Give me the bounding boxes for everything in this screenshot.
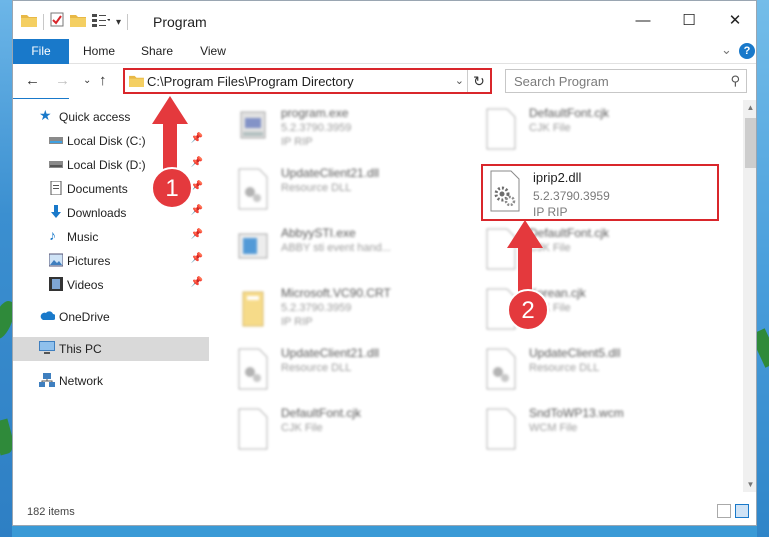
back-arrow-icon[interactable]: ← bbox=[25, 72, 40, 89]
toolbar-separator bbox=[127, 14, 129, 30]
sidebar-item-network[interactable]: Network bbox=[13, 369, 209, 393]
item-count: 182 items bbox=[27, 506, 75, 518]
sidebar-item-local-disk-c[interactable]: Local Disk (C:) 📌 bbox=[13, 129, 209, 153]
desktop-background-right bbox=[757, 0, 769, 537]
file-item[interactable]: DefaultFont.cjk CJK File bbox=[481, 104, 721, 164]
file-list: program.exe 5.2.3790.3959 IP RIP Default… bbox=[213, 100, 743, 492]
details-view-icon[interactable] bbox=[717, 504, 731, 518]
quick-access-toolbar: ▾ bbox=[21, 12, 129, 32]
exe-icon bbox=[237, 108, 271, 150]
download-icon bbox=[49, 205, 65, 221]
toolbar-separator bbox=[43, 14, 44, 30]
computer-icon bbox=[39, 341, 55, 357]
file-item[interactable]: UpdateClient21.dll Resource DLL bbox=[233, 164, 473, 224]
forward-arrow-icon[interactable]: → bbox=[55, 72, 70, 89]
sidebar-item-local-disk-d[interactable]: Local Disk (D:) 📌 bbox=[13, 153, 209, 177]
large-icons-view-icon[interactable] bbox=[735, 504, 749, 518]
file-item[interactable]: UpdateClient5.dll Resource DLL bbox=[481, 344, 721, 404]
videos-icon bbox=[49, 277, 65, 293]
annotation-step-2: 2 bbox=[521, 297, 535, 324]
documents-icon bbox=[49, 180, 65, 197]
folder-icon bbox=[129, 74, 144, 92]
properties-icon[interactable] bbox=[50, 12, 64, 32]
music-icon: ♪ bbox=[49, 227, 56, 243]
navigation-pane: ★ Quick access Local Disk (C:) 📌 Local D… bbox=[13, 100, 209, 492]
address-dropdown-icon[interactable]: ⌄ bbox=[455, 74, 464, 87]
search-icon[interactable]: ⚲ bbox=[730, 73, 740, 89]
tab-home[interactable]: Home bbox=[77, 39, 121, 63]
blank-file-icon bbox=[237, 408, 271, 450]
blank-file-icon bbox=[485, 228, 519, 270]
title-bar: ▾ Program — ☐ ✕ bbox=[13, 1, 756, 39]
folder-icon bbox=[21, 13, 37, 32]
sidebar-item-music[interactable]: ♪ Music 📌 bbox=[13, 225, 209, 249]
scroll-up-icon[interactable]: ▲ bbox=[743, 100, 756, 115]
file-item[interactable]: SndToWP13.wcm WCM File bbox=[481, 404, 721, 464]
explorer-window: ▾ Program — ☐ ✕ File Home Share View ⌄ ?… bbox=[12, 0, 757, 526]
address-path[interactable]: C:\Program Files\Program Directory bbox=[147, 74, 354, 89]
refresh-icon[interactable]: ↻ bbox=[467, 70, 490, 92]
window-title: Program bbox=[153, 14, 207, 30]
pin-icon[interactable]: 📌 bbox=[191, 253, 203, 264]
blank-file-icon bbox=[485, 288, 519, 330]
help-icon[interactable]: ? bbox=[739, 43, 755, 59]
highlight-box-file bbox=[481, 164, 719, 221]
search-box[interactable]: Search Program ⚲ bbox=[505, 69, 747, 93]
sidebar-item-downloads[interactable]: Downloads 📌 bbox=[13, 201, 209, 225]
view-options-icon[interactable] bbox=[92, 13, 111, 32]
maximize-button[interactable]: ☐ bbox=[666, 1, 712, 39]
expand-ribbon-icon[interactable]: ⌄ bbox=[721, 42, 732, 58]
status-bar: 182 items bbox=[13, 498, 756, 525]
exe-icon bbox=[237, 228, 271, 270]
file-item[interactable]: program.exe 5.2.3790.3959 IP RIP bbox=[233, 104, 473, 164]
network-icon bbox=[39, 373, 55, 389]
recent-locations-icon[interactable]: ⌄ bbox=[83, 75, 91, 86]
cloud-icon bbox=[39, 309, 56, 325]
file-item[interactable]: Microsoft.VC90.CRT 5.2.3790.3959 IP RIP bbox=[233, 284, 473, 344]
file-item[interactable]: DefaultFont.cjk CJK File bbox=[233, 404, 473, 464]
vertical-scrollbar[interactable]: ▲ ▼ bbox=[743, 100, 756, 492]
new-folder-icon[interactable] bbox=[70, 13, 86, 32]
annotation-step-1: 1 bbox=[165, 175, 179, 202]
pin-icon[interactable]: 📌 bbox=[191, 205, 203, 216]
file-item[interactable]: UpdateClient21.dll Resource DLL bbox=[233, 344, 473, 404]
minimize-button[interactable]: — bbox=[620, 1, 666, 39]
sidebar-item-onedrive[interactable]: OneDrive bbox=[13, 305, 209, 329]
sidebar-item-pictures[interactable]: Pictures 📌 bbox=[13, 249, 209, 273]
address-bar[interactable]: C:\Program Files\Program Directory ⌄ ↻ bbox=[123, 68, 492, 94]
dll-icon bbox=[485, 348, 519, 390]
tab-share[interactable]: Share bbox=[135, 39, 179, 63]
search-placeholder: Search Program bbox=[514, 74, 609, 89]
file-item[interactable]: AbbyySTI.exe ABBY sti event hand... bbox=[233, 224, 473, 284]
folder-icon bbox=[237, 288, 271, 330]
navigation-bar: ← → ⌄ ↑ C:\Program Files\Program Directo… bbox=[13, 64, 756, 98]
file-item[interactable]: DefaultFont.cjk CJK File bbox=[481, 224, 721, 284]
star-icon: ★ bbox=[39, 107, 52, 123]
pictures-icon bbox=[48, 253, 65, 269]
scroll-down-icon[interactable]: ▼ bbox=[743, 477, 756, 492]
tab-view[interactable]: View bbox=[193, 39, 233, 63]
drive-icon bbox=[49, 157, 65, 173]
scrollbar-thumb[interactable] bbox=[745, 118, 756, 168]
desktop-background-left bbox=[0, 0, 12, 537]
sidebar-item-this-pc[interactable]: This PC bbox=[13, 337, 209, 361]
ribbon-tabs: File Home Share View ⌄ ? bbox=[13, 39, 756, 99]
close-button[interactable]: ✕ bbox=[712, 1, 756, 39]
dll-icon bbox=[237, 348, 271, 390]
customize-toolbar-icon[interactable]: ▾ bbox=[116, 17, 121, 28]
pin-icon[interactable]: 📌 bbox=[191, 157, 203, 168]
pin-icon[interactable]: 📌 bbox=[191, 133, 203, 144]
blank-file-icon bbox=[485, 408, 519, 450]
pin-icon[interactable]: 📌 bbox=[191, 277, 203, 288]
up-arrow-icon[interactable]: ↑ bbox=[99, 72, 107, 89]
sidebar-item-quick-access[interactable]: ★ Quick access bbox=[13, 105, 209, 129]
sidebar-item-videos[interactable]: Videos 📌 bbox=[13, 273, 209, 297]
dll-icon bbox=[237, 168, 271, 210]
drive-icon bbox=[49, 133, 65, 149]
pin-icon[interactable]: 📌 bbox=[191, 229, 203, 240]
pin-icon[interactable]: 📌 bbox=[191, 181, 203, 192]
blank-file-icon bbox=[485, 108, 519, 150]
